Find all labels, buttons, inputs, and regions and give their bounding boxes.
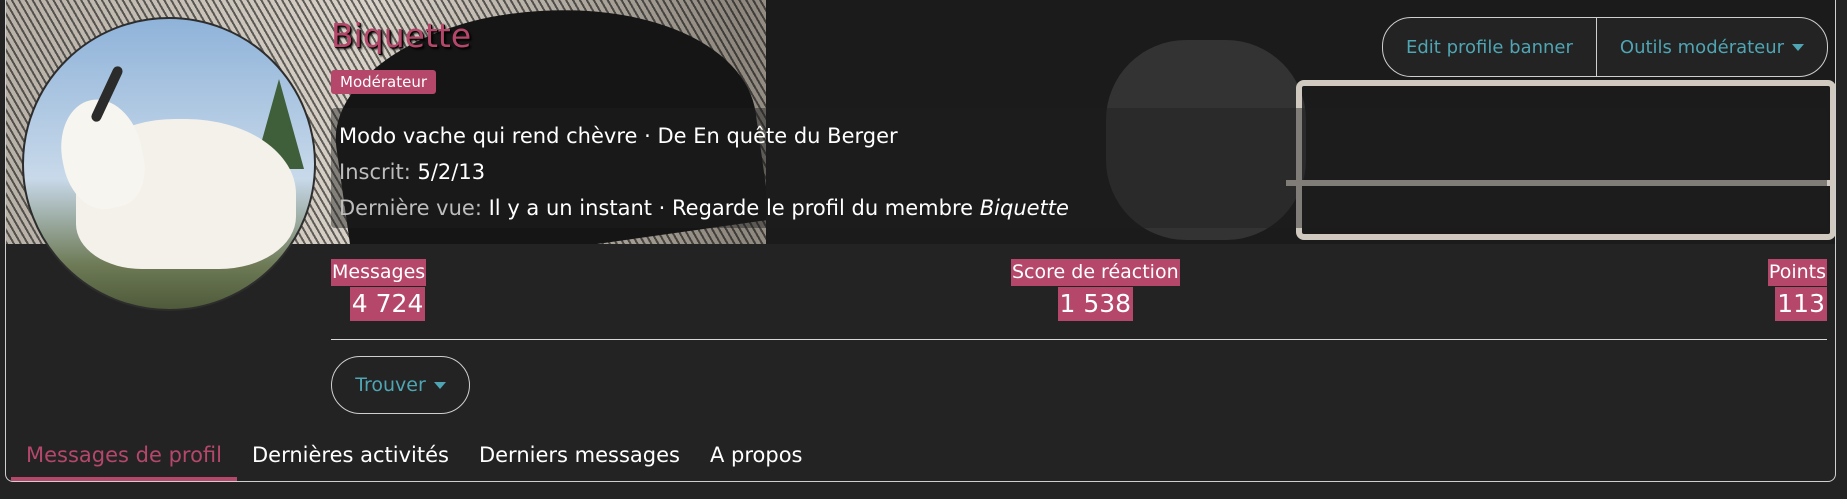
joined-label: Inscrit:: [339, 160, 411, 184]
last-seen-label: Dernière vue:: [339, 196, 482, 220]
edit-banner-button[interactable]: Edit profile banner: [1383, 18, 1596, 76]
last-seen-value: Il y a un instant · Regarde le profil du…: [488, 196, 974, 220]
tab-latest-posts[interactable]: Derniers messages: [464, 437, 695, 481]
find-button[interactable]: Trouver: [331, 356, 470, 414]
moderator-tools-label: Outils modérateur: [1619, 36, 1785, 58]
chevron-down-icon: [1792, 43, 1805, 51]
avatar[interactable]: [22, 17, 316, 311]
joined-value: 5/2/13: [417, 160, 486, 184]
stat-points-value: 113: [1775, 287, 1827, 321]
stat-reaction-score[interactable]: Score de réaction 1 538: [1011, 259, 1180, 321]
last-seen-line: Dernière vue: Il y a un instant · Regard…: [339, 190, 1819, 226]
moderator-tools-button[interactable]: Outils modérateur: [1595, 18, 1827, 76]
find-label: Trouver: [355, 374, 426, 396]
profile-actions: Edit profile banner Outils modérateur: [1382, 17, 1829, 77]
tab-profile-messages[interactable]: Messages de profil: [11, 437, 237, 481]
tab-latest-activity[interactable]: Dernières activités: [237, 437, 464, 481]
joined-line: Inscrit: 5/2/13: [339, 154, 1819, 190]
tab-about[interactable]: A propos: [695, 437, 818, 481]
username[interactable]: Biquette: [331, 16, 471, 55]
stat-messages[interactable]: Messages 4 724: [331, 259, 427, 321]
role-badge: Modérateur: [331, 70, 437, 94]
last-seen-member-link[interactable]: Biquette: [980, 196, 1069, 220]
profile-stats: Messages 4 724 Score de réaction 1 538 P…: [331, 259, 1827, 325]
stat-messages-value: 4 724: [349, 287, 426, 321]
edit-banner-label: Edit profile banner: [1406, 36, 1573, 58]
stat-reaction-label: Score de réaction: [1011, 259, 1180, 286]
tagline: Modo vache qui rend chèvre · De En quête…: [339, 124, 898, 148]
stat-reaction-value: 1 538: [1057, 287, 1134, 321]
stat-points[interactable]: Points 113: [1767, 259, 1827, 321]
stat-points-label: Points: [1767, 259, 1827, 286]
stat-messages-label: Messages: [331, 259, 427, 286]
profile-header: Biquette Modérateur Modo vache qui rend …: [5, 0, 1836, 482]
profile-tabs: Messages de profil Dernières activités D…: [11, 437, 818, 481]
chevron-down-icon: [433, 381, 446, 389]
stats-divider: [331, 339, 1827, 340]
profile-info: Modo vache qui rend chèvre · De En quête…: [331, 108, 1827, 228]
